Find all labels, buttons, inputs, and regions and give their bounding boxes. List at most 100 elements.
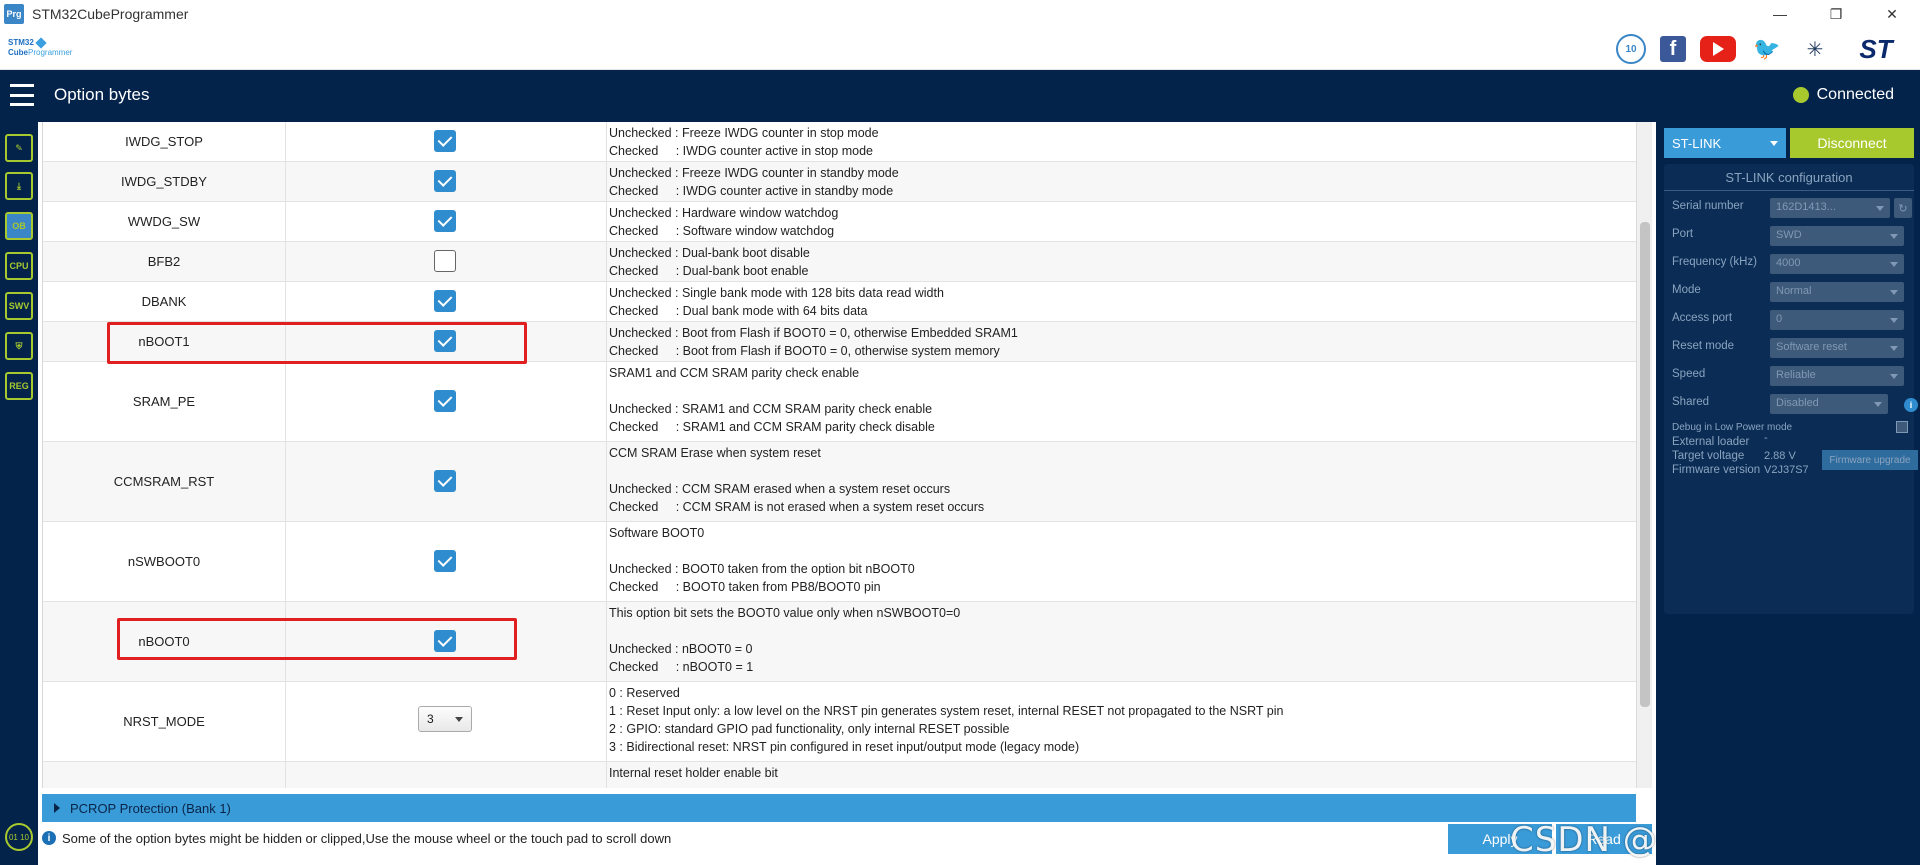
pcrop-section-header[interactable]: PCROP Protection (Bank 1) (42, 794, 1636, 822)
option-checkbox[interactable] (434, 470, 456, 492)
divider (1664, 190, 1914, 191)
highlight-nboot1 (107, 322, 527, 364)
cube-icon (35, 37, 47, 49)
frequency-select[interactable]: 4000 (1770, 254, 1904, 274)
option-check-cell (285, 362, 607, 441)
twitter-icon[interactable]: 🐦 (1750, 34, 1784, 64)
option-checkbox[interactable] (434, 390, 456, 412)
st-logo-icon[interactable]: ST (1846, 34, 1906, 64)
option-bytes-icon[interactable]: OB (5, 212, 33, 240)
debug-low-power-checkbox[interactable] (1896, 421, 1908, 433)
shared-select[interactable]: Disabled (1770, 394, 1888, 414)
port-label: Port (1672, 228, 1694, 240)
option-check-cell (285, 522, 607, 601)
mode-value: Normal (1776, 285, 1812, 297)
table-row: NRST_MODE 3 0 : Reserved 1 : Reset Input… (43, 682, 1636, 762)
table-row: SRAM_PE SRAM1 and CCM SRAM parity check … (43, 362, 1636, 442)
external-loader-label: External loader (1672, 436, 1750, 448)
close-button[interactable]: ✕ (1864, 0, 1920, 28)
mode-select[interactable]: Normal (1770, 282, 1904, 302)
mode-label: Mode (1672, 284, 1701, 296)
reset-mode-select[interactable]: Software reset (1770, 338, 1904, 358)
minimize-button[interactable]: — (1752, 0, 1808, 28)
maximize-button[interactable]: ❐ (1808, 0, 1864, 28)
option-checkbox[interactable] (434, 290, 456, 312)
expand-arrow-icon (54, 803, 60, 813)
option-description: Software BOOT0 Unchecked : BOOT0 taken f… (609, 526, 915, 594)
window-title: STM32CubeProgrammer (32, 6, 189, 22)
status-message: Some of the option bytes might be hidden… (62, 830, 672, 846)
option-description: CCM SRAM Erase when system reset Uncheck… (609, 446, 985, 514)
option-description: Unchecked : Single bank mode with 128 bi… (609, 286, 944, 318)
chevron-down-icon (1890, 290, 1898, 295)
option-name: DBANK (141, 294, 187, 309)
option-description: Unchecked : Freeze IWDG counter in stop … (609, 126, 879, 158)
highlight-nboot0 (117, 618, 517, 660)
nrst-mode-select[interactable]: 3 (418, 706, 472, 732)
disconnect-button[interactable]: Disconnect (1790, 128, 1914, 158)
page-title: Option bytes (54, 85, 150, 104)
chevron-down-icon (1890, 374, 1898, 379)
brand-line3: Programmer (28, 48, 73, 57)
firmware-version-label: Firmware version (1672, 464, 1761, 476)
header-bar: Option bytes Connected (0, 70, 1920, 122)
option-name: SRAM_PE (132, 394, 196, 409)
download-icon[interactable]: ⤓ (5, 172, 33, 200)
option-description: SRAM1 and CCM SRAM parity check enable U… (609, 366, 935, 434)
access-port-label: Access port (1672, 312, 1733, 324)
scrollbar-thumb[interactable] (1640, 222, 1650, 707)
table-row: IWDG_STDBY Unchecked : Freeze IWDG count… (43, 162, 1636, 202)
chevron-down-icon (1890, 318, 1898, 323)
option-checkbox[interactable] (434, 550, 456, 572)
log-icon[interactable]: 01 10 (5, 823, 33, 851)
debug-low-power-label: Debug in Low Power mode (1672, 422, 1793, 433)
chevron-down-icon (1876, 206, 1884, 211)
window-controls: — ❐ ✕ (1752, 0, 1920, 28)
option-name: nSWBOOT0 (127, 554, 201, 569)
option-check-cell (285, 162, 607, 201)
table-row: nSWBOOT0 Software BOOT0 Unchecked : BOOT… (43, 522, 1636, 602)
status-bar: i Some of the option bytes might be hidd… (42, 826, 1442, 850)
option-check-cell (285, 442, 607, 521)
table-row: BFB2 Unchecked : Dual-bank boot disable … (43, 242, 1636, 282)
refresh-icon[interactable]: ↻ (1894, 198, 1912, 218)
security-icon[interactable]: ⛨ (5, 332, 33, 360)
swv-icon[interactable]: SWV (5, 292, 33, 320)
option-bytes-table: IWDG_STOP Unchecked : Freeze IWDG counte… (42, 122, 1636, 788)
serial-number-select[interactable]: 162D1413... (1770, 198, 1890, 218)
option-name: NRST_MODE (123, 714, 205, 729)
probe-select[interactable]: ST-LINK (1664, 128, 1786, 158)
chevron-down-icon (1874, 402, 1882, 407)
anniversary-badge-icon[interactable]: 10 (1616, 34, 1646, 64)
target-voltage-label: Target voltage (1672, 450, 1745, 462)
table-row: Internal reset holder enable bit (43, 762, 1636, 788)
facebook-icon[interactable]: f (1660, 36, 1686, 62)
chevron-down-icon (1890, 234, 1898, 239)
youtube-icon[interactable] (1700, 36, 1736, 62)
option-checkbox[interactable] (434, 210, 456, 232)
vertical-scrollbar[interactable] (1636, 122, 1652, 788)
network-icon[interactable]: ✳ (1798, 34, 1832, 64)
option-name: BFB2 (147, 254, 181, 269)
speed-select[interactable]: Reliable (1770, 366, 1904, 386)
shared-label: Shared (1672, 396, 1710, 408)
firmware-version-value: V2J37S7 (1764, 464, 1809, 476)
port-select[interactable]: SWD (1770, 226, 1904, 246)
info-icon[interactable]: i (1904, 398, 1918, 412)
registers-icon[interactable]: REG (5, 372, 33, 400)
social-links: 10 f 🐦 ✳ ST (1616, 32, 1906, 66)
menu-icon[interactable] (10, 84, 34, 106)
option-check-cell (285, 242, 607, 281)
option-checkbox[interactable] (434, 130, 456, 152)
title-bar: Prg STM32CubeProgrammer — ❐ ✕ (0, 0, 1920, 28)
option-checkbox[interactable] (434, 250, 456, 272)
access-port-select[interactable]: 0 (1770, 310, 1904, 330)
chevron-down-icon (455, 717, 463, 722)
table-row: WWDG_SW Unchecked : Hardware window watc… (43, 202, 1636, 242)
option-checkbox[interactable] (434, 170, 456, 192)
config-title: ST-LINK configuration (1725, 170, 1853, 185)
erase-program-icon[interactable]: ✎ (5, 134, 33, 162)
option-check-cell (285, 762, 607, 788)
firmware-upgrade-button[interactable]: Firmware upgrade (1822, 450, 1918, 470)
cpu-icon[interactable]: CPU (5, 252, 33, 280)
